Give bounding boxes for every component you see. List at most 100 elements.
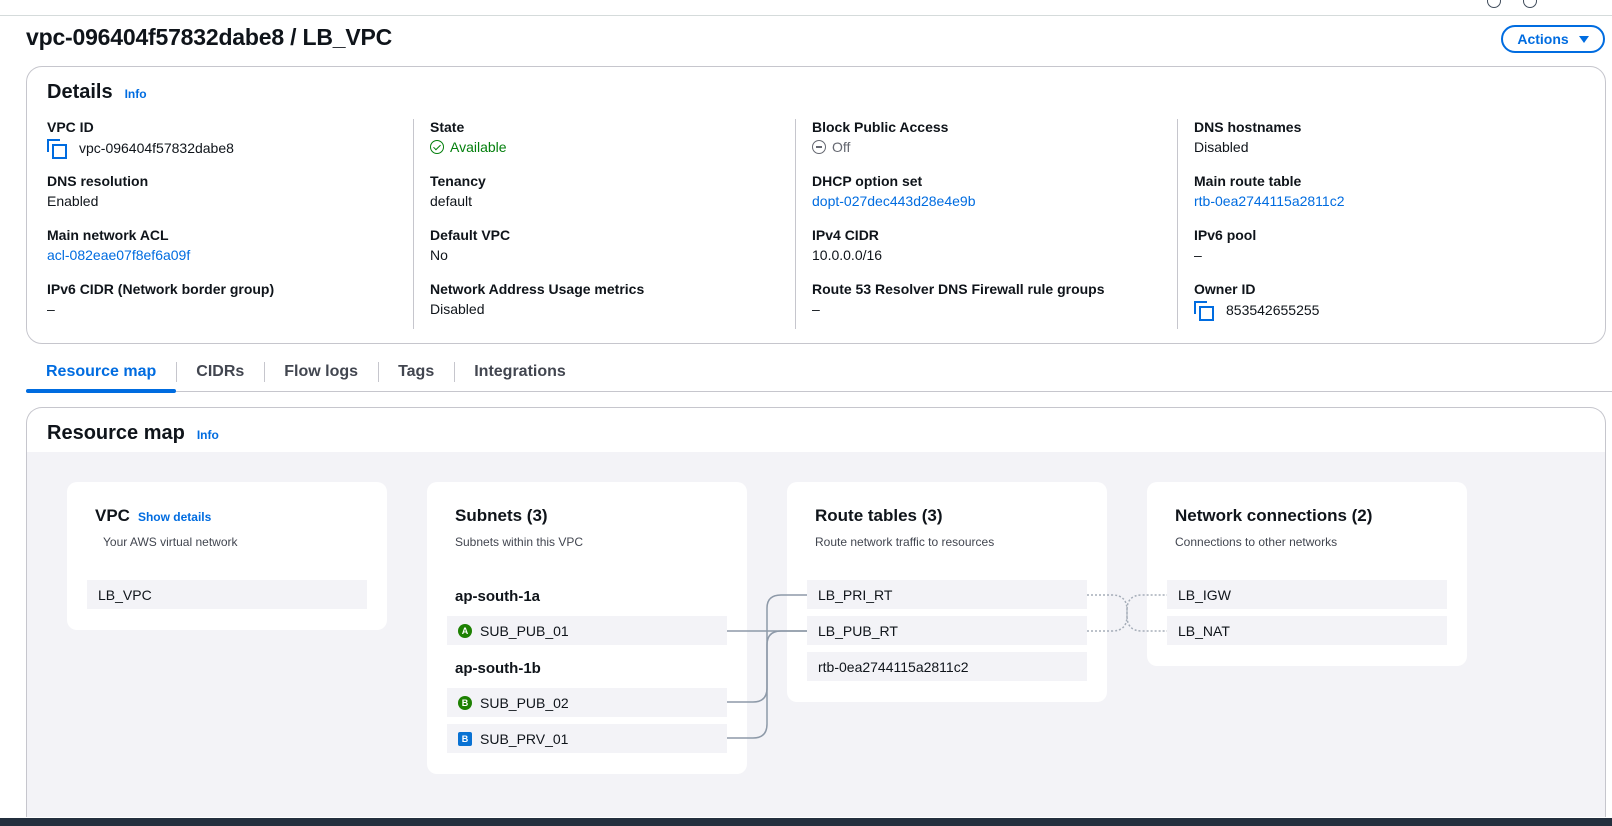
field-value: Off (812, 139, 948, 155)
private-subnet-badge-icon: B (458, 731, 472, 746)
tab-cidrs[interactable]: CIDRs (176, 352, 264, 392)
show-details-link[interactable]: Show details (138, 510, 211, 524)
field-vpc-id: VPC ID vpc-096404f57832dabe8 (47, 119, 234, 159)
field-label: Tenancy (430, 173, 486, 189)
network-connection-item[interactable]: LB_IGW (1167, 580, 1447, 609)
caret-down-icon (1578, 35, 1589, 43)
route-tables-box: Route tables (3) Route network traffic t… (787, 482, 1107, 702)
copy-icon[interactable] (47, 139, 67, 159)
resource-map-title: Resource map (47, 422, 185, 444)
field-value: 10.0.0.0/16 (812, 247, 883, 263)
vpc-box-subtitle: Your AWS virtual network (103, 535, 238, 549)
route-tables-box-subtitle: Route network traffic to resources (815, 535, 995, 549)
vpc-box: VPC Show details Your AWS virtual networ… (67, 482, 387, 630)
state-value: Available (450, 139, 507, 155)
network-connections-box-subtitle: Connections to other networks (1175, 535, 1338, 549)
field-nau-metrics: Network Address Usage metrics Disabled (430, 281, 644, 317)
subnet-item[interactable]: B SUB_PRV_01 (447, 724, 727, 753)
zone-heading: ap-south-1a (455, 588, 541, 605)
success-check-icon (430, 140, 444, 154)
tab-bar: Resource map CIDRs Flow logs Tags Integr… (26, 352, 1612, 393)
field-ipv6-pool: IPv6 pool – (1194, 227, 1256, 263)
zone-heading: ap-south-1b (455, 660, 541, 677)
field-label: Owner ID (1194, 281, 1256, 297)
help-icon[interactable] (1487, 0, 1501, 8)
page-title: vpc-096404f57832dabe8 / LB_VPC (26, 24, 393, 50)
details-header: Details Info (47, 81, 147, 104)
field-label: DNS hostnames (1194, 119, 1302, 135)
actions-button-label: Actions (1517, 31, 1569, 47)
field-value: Disabled (1194, 139, 1249, 155)
owner-id-value: 853542655255 (1226, 302, 1320, 318)
field-label: IPv6 pool (1194, 227, 1257, 243)
field-main-network-acl: Main network ACL acl-082eae07f8ef6a09f (47, 227, 190, 263)
field-label: IPv4 CIDR (812, 227, 879, 243)
details-column-2: State Available Tenancy default Default … (413, 119, 795, 329)
field-r53-firewall: Route 53 Resolver DNS Firewall rule grou… (812, 281, 1105, 317)
field-ipv6-cidr: IPv6 CIDR (Network border group) – (47, 281, 274, 317)
field-label: VPC ID (47, 119, 94, 135)
subnet-name: SUB_PUB_01 (480, 622, 569, 639)
vpc-box-title-text: VPC (95, 506, 130, 525)
details-title: Details (47, 81, 113, 103)
subnets-box-title: Subnets (3) (455, 506, 548, 525)
dhcp-option-set-link[interactable]: dopt-027dec443d28e4e9b (812, 193, 976, 209)
field-value: – (812, 301, 820, 317)
subnets-box: Subnets (3) Subnets within this VPC ap-s… (427, 482, 747, 774)
tab-flow-logs[interactable]: Flow logs (264, 352, 378, 392)
settings-icon[interactable] (1523, 0, 1537, 8)
field-value: – (1194, 247, 1202, 263)
public-subnet-badge-icon: B (458, 695, 472, 710)
route-table-item[interactable]: rtb-0ea2744115a2811c2 (807, 652, 1087, 681)
resource-map-header: Resource map Info (47, 422, 219, 445)
subnets-box-subtitle: Subnets within this VPC (455, 535, 584, 549)
details-info-link[interactable]: Info (125, 87, 147, 101)
field-label: Network Address Usage metrics (430, 281, 645, 297)
details-column-4: DNS hostnames Disabled Main route table … (1177, 119, 1587, 329)
field-tenancy: Tenancy default (430, 173, 486, 209)
resource-map-info-link[interactable]: Info (197, 428, 219, 442)
tab-tags[interactable]: Tags (378, 352, 454, 392)
field-value: vpc-096404f57832dabe8 (47, 139, 234, 159)
field-owner-id: Owner ID 853542655255 (1194, 281, 1320, 321)
main-network-acl-link[interactable]: acl-082eae07f8ef6a09f (47, 247, 190, 263)
public-subnet-badge-icon: A (458, 623, 472, 638)
field-value: default (430, 193, 473, 209)
field-value: No (430, 247, 448, 263)
network-connection-item[interactable]: LB_NAT (1167, 616, 1447, 645)
field-value: Available (430, 139, 507, 155)
field-label: DHCP option set (812, 173, 923, 189)
field-dns-resolution: DNS resolution Enabled (47, 173, 148, 209)
actions-button[interactable]: Actions (1501, 25, 1605, 53)
field-label: DNS resolution (47, 173, 149, 189)
copy-icon[interactable] (1194, 301, 1214, 321)
field-ipv4-cidr: IPv4 CIDR 10.0.0.0/16 (812, 227, 882, 263)
details-column-3: Block Public Access Off DHCP option set … (795, 119, 1177, 329)
field-label: Default VPC (430, 227, 511, 243)
field-label: State (430, 119, 465, 135)
route-table-item[interactable]: LB_PUB_RT (807, 616, 1087, 645)
field-dhcp-option-set: DHCP option set dopt-027dec443d28e4e9b (812, 173, 976, 209)
vpc-item[interactable]: LB_VPC (87, 580, 367, 609)
subnet-name: SUB_PRV_01 (480, 730, 569, 747)
field-label: IPv6 CIDR (Network border group) (47, 281, 275, 297)
field-value: 853542655255 (1194, 301, 1320, 321)
tab-integrations[interactable]: Integrations (454, 352, 586, 392)
field-label: Block Public Access (812, 119, 949, 135)
subnet-name: SUB_PUB_02 (480, 694, 569, 711)
field-label: Main route table (1194, 173, 1302, 189)
subnet-item[interactable]: B SUB_PUB_02 (447, 688, 727, 717)
bottom-bar (0, 818, 1612, 826)
field-value: Disabled (430, 301, 485, 317)
status-off-icon (812, 140, 826, 154)
field-value: Enabled (47, 193, 99, 209)
vpc-box-title: VPC Show details (95, 506, 211, 526)
top-strip (0, 0, 1612, 16)
details-panel: Details Info VPC ID vpc-096404f57832dabe… (26, 66, 1606, 344)
route-table-item[interactable]: LB_PRI_RT (807, 580, 1087, 609)
subnet-item[interactable]: A SUB_PUB_01 (447, 616, 727, 645)
field-label: Main network ACL (47, 227, 169, 243)
details-column-1: VPC ID vpc-096404f57832dabe8 DNS resolut… (47, 119, 413, 329)
tab-resource-map[interactable]: Resource map (26, 352, 177, 393)
main-route-table-link[interactable]: rtb-0ea2744115a2811c2 (1194, 193, 1345, 209)
